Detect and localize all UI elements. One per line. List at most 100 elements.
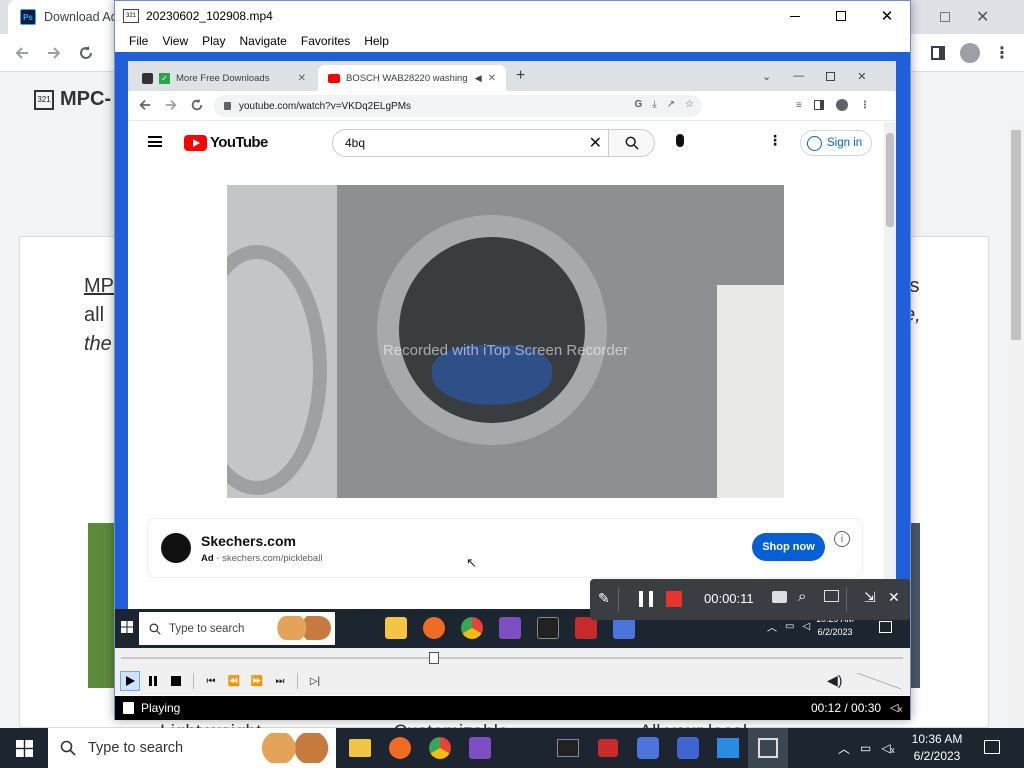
close-icon[interactable]: ✕ [857,70,866,83]
next-button[interactable]: ⏭ [270,671,290,691]
close-recorder-icon[interactable]: ✕ [888,589,900,606]
close-button[interactable]: ✕ [864,1,910,31]
new-tab-button[interactable]: + [516,67,525,85]
fast-forward-button[interactable]: ⏩ [247,671,267,691]
youtube-search-input[interactable]: 4bq ✕ [332,129,609,157]
chrome-icon[interactable] [420,728,460,768]
zoom-icon[interactable]: ⌕ [798,588,806,605]
terminal-icon[interactable] [548,728,588,768]
annotation-icon[interactable] [824,590,839,602]
collapse-icon[interactable]: ⇲ [864,589,876,606]
minimize-button[interactable] [772,1,818,31]
pause-recording-button[interactable] [639,591,653,607]
pen-icon[interactable]: ✎ [598,590,610,607]
maximize-icon[interactable] [826,71,836,81]
background-scroll-thumb[interactable] [1011,130,1021,340]
recorded-tab-1[interactable]: ✓ More Free Downloads ✕ [132,65,316,91]
google-icon[interactable]: G [634,99,642,110]
file-explorer-icon[interactable] [385,617,407,639]
ad-card[interactable]: Skechers.com Ad · skechers.com/picklebal… [147,518,863,578]
bookmark-star-icon[interactable]: ☆ [685,99,694,110]
background-tab[interactable]: Ps Download Ad [8,0,118,34]
taskbar-clock[interactable]: 10:36 AM 6/2/2023 [902,731,972,765]
address-bar[interactable]: youtube.com/watch?v=VKDq2ELgPMs G ⤓ ↗ ☆ [214,95,702,117]
clear-search-icon[interactable]: ✕ [589,133,602,153]
video-player[interactable]: Recorded with iTop Screen Recorder [227,185,784,498]
sidebar-icon[interactable] [813,100,824,110]
settings-more-icon[interactable]: ⋮ [768,132,782,149]
shop-now-button[interactable]: Shop now [752,533,825,561]
profile-icon[interactable] [835,99,848,111]
mpc-taskbar-icon[interactable] [748,728,788,768]
previous-button[interactable]: ⏮ [201,671,221,691]
firefox-icon[interactable] [380,728,420,768]
back-icon[interactable] [10,41,34,65]
mute-icon[interactable]: ◁ₓ [890,701,902,714]
menu-help[interactable]: Help [357,31,396,52]
recorder-icon[interactable] [588,728,628,768]
back-icon[interactable] [138,98,152,112]
chevron-up-icon[interactable]: ︿ [767,619,777,634]
ad-name[interactable]: Skechers.com [201,533,296,549]
menu-favorites[interactable]: Favorites [294,31,357,52]
close-icon[interactable]: ✕ [976,7,989,27]
share-icon[interactable]: ↗ [667,99,675,110]
media-icon[interactable] [708,728,748,768]
pause-button[interactable] [143,671,163,691]
tab-close-icon[interactable]: ✕ [298,73,306,84]
mpc-video-area[interactable]: ✓ More Free Downloads ✕ BOSCH WAB28220 w… [115,52,910,648]
volume-muted-icon[interactable]: ◁ₓ [881,741,894,755]
network-icon[interactable]: ▭ [860,741,871,755]
p-app-icon[interactable] [613,617,635,639]
p-app-2-icon[interactable] [668,728,708,768]
p-app-icon[interactable] [628,728,668,768]
taskbar-search[interactable]: Type to search [48,728,336,768]
chevron-up-icon[interactable]: ︿ [838,740,850,757]
tab-search-icon[interactable]: ⌄ [762,70,771,83]
notification-icon[interactable] [984,740,1000,754]
recorder-icon[interactable] [575,617,597,639]
visual-studio-icon[interactable] [499,617,521,639]
windows-start-icon[interactable] [16,740,33,757]
forward-icon[interactable] [164,98,178,112]
volume-icon[interactable]: ◀) [827,672,842,689]
youtube-search-button[interactable] [609,129,655,157]
notification-icon[interactable] [879,621,892,633]
chrome-icon[interactable] [461,617,483,639]
minimize-icon[interactable]: — [793,70,804,82]
frame-step-button[interactable]: ▷| [305,671,325,691]
menu-play[interactable]: Play [195,31,232,52]
terminal-icon[interactable] [537,617,559,639]
file-explorer-icon[interactable] [340,728,380,768]
network-icon[interactable]: ▭ [785,621,794,632]
windows-start-icon[interactable] [121,621,133,633]
more-icon[interactable]: ⋮ [860,100,870,111]
reload-icon[interactable] [74,41,98,65]
forward-icon[interactable] [42,41,66,65]
menu-view[interactable]: View [155,31,195,52]
info-icon[interactable]: i [834,531,850,547]
camera-icon[interactable] [772,591,787,603]
visual-studio-icon[interactable] [460,728,500,768]
stop-button[interactable] [166,671,186,691]
youtube-logo[interactable]: YouTube [184,134,268,151]
play-button[interactable] [120,671,140,691]
more-icon[interactable]: ⋮ [990,41,1014,65]
recorded-taskbar-search[interactable]: Type to search [139,612,335,645]
recorded-scroll-thumb[interactable] [886,133,894,227]
rewind-button[interactable]: ⏪ [224,671,244,691]
menu-file[interactable]: File [122,31,155,52]
recorded-tab-2[interactable]: BOSCH WAB28220 washing ◀ ✕ [318,65,506,91]
volume-slider[interactable] [857,673,901,689]
menu-navigate[interactable]: Navigate [232,31,293,52]
stop-recording-button[interactable] [666,591,682,607]
seek-bar[interactable] [121,657,903,659]
reading-list-icon[interactable]: ≡ [796,100,802,111]
profile-icon[interactable] [958,41,982,65]
seek-thumb[interactable] [428,652,439,664]
maximize-button[interactable] [818,1,864,31]
volume-muted-icon[interactable]: ◁ [802,621,810,632]
tab-close-icon[interactable]: ✕ [488,73,496,84]
reload-icon[interactable] [190,98,204,112]
microphone-icon[interactable] [676,134,684,147]
